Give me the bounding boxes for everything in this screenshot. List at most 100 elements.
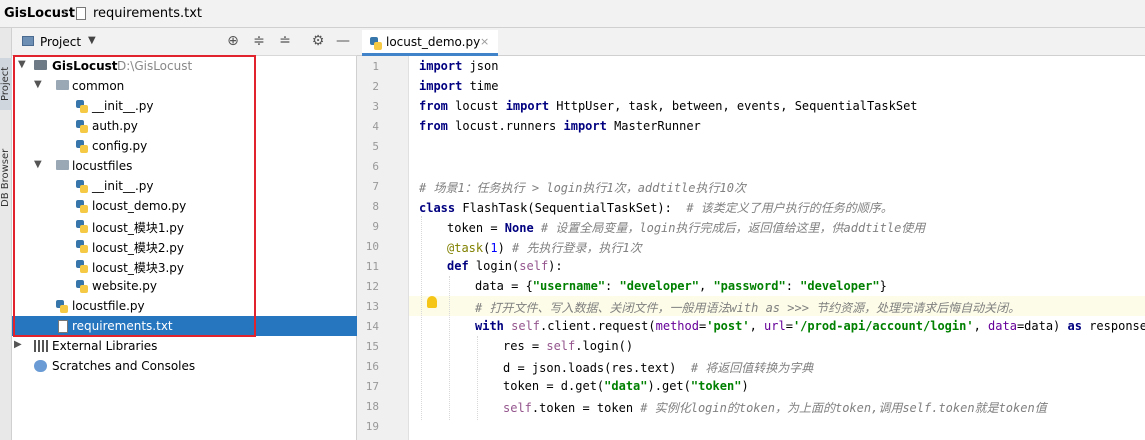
code-text: = <box>785 319 793 333</box>
code-comment: # 设置全局变量，login执行完成后，返回值给这里，供addtitle使用 <box>533 221 926 235</box>
tree-item-file[interactable]: locustfile.py <box>12 296 357 316</box>
line-number: 6 <box>372 160 379 173</box>
tool-tab-project[interactable]: Project <box>0 58 12 110</box>
collapse-all-icon[interactable]: ≐ <box>277 33 293 49</box>
chevron-down-icon[interactable]: ▼ <box>18 59 26 70</box>
code-line: @task(1) # 先执行登录，执行1次 <box>447 239 642 256</box>
line-number: 10 <box>365 240 379 253</box>
code-text: d = json.loads(res.text) <box>503 361 691 375</box>
code-line: class FlashTask(SequentialTaskSet): # 该类… <box>419 199 893 216</box>
code-text: HttpUser, task, between, events, Sequent… <box>549 99 918 113</box>
tree-item-file[interactable]: auth.py <box>12 116 357 136</box>
chevron-down-icon[interactable]: ▼ <box>34 79 42 90</box>
hide-panel-icon[interactable]: — <box>335 33 351 49</box>
tree-item-label: config.py <box>92 139 148 153</box>
code-text: } <box>879 279 887 293</box>
code-line: d = json.loads(res.text) # 将返回值转换为字典 <box>503 359 813 376</box>
line-number: 18 <box>365 400 379 413</box>
string: "data" <box>604 379 648 393</box>
chevron-down-icon[interactable]: ▼ <box>88 35 96 46</box>
python-file-icon <box>76 280 88 293</box>
string: "developer" <box>800 279 880 293</box>
code-text: ) <box>741 379 749 393</box>
code-text: locust.runners <box>447 119 564 133</box>
tree-item-common[interactable]: ▼ common <box>12 76 357 96</box>
tree-item-label: auth.py <box>92 119 138 133</box>
breadcrumb-separator-icon: › <box>62 5 68 20</box>
code-text: MasterRunner <box>606 119 701 133</box>
code-comment: # 该类定义了用户执行的任务的顺序。 <box>686 201 893 215</box>
python-file-icon <box>76 140 88 153</box>
tree-item-file[interactable]: locust_模块2.py <box>12 236 357 256</box>
python-file-icon <box>76 240 88 253</box>
line-number: 4 <box>372 120 379 133</box>
code-comment: # 实例化login的token，为上面的token,调用self.token就… <box>640 401 1047 415</box>
keyword: from <box>419 99 448 113</box>
code-line: from locust.runners import MasterRunner <box>419 119 701 133</box>
tree-item-file[interactable]: config.py <box>12 136 357 156</box>
locate-file-icon[interactable]: ⊕ <box>225 33 241 49</box>
code-text: , <box>973 319 989 333</box>
breadcrumb-file[interactable]: requirements.txt <box>93 6 202 21</box>
python-file-icon <box>76 180 88 193</box>
tab-label[interactable]: locust_demo.py <box>386 35 480 49</box>
code-text: .login() <box>575 339 634 353</box>
code-comment: # 将返回值转换为字典 <box>690 361 814 375</box>
keyword: None <box>504 221 534 235</box>
code-text: .token = token <box>531 401 641 415</box>
tree-item-file[interactable]: __init__.py <box>12 176 357 196</box>
tree-item-file[interactable]: locust_模块3.py <box>12 256 357 276</box>
tree-item-file-selected[interactable]: requirements.txt <box>12 316 357 336</box>
tree-item-label: Scratches and Consoles <box>52 359 196 373</box>
tree-item-locustfiles[interactable]: ▼ locustfiles <box>12 156 357 176</box>
project-view-selector[interactable]: Project <box>40 35 81 49</box>
keyword: with <box>475 319 504 333</box>
code-text: response: <box>1089 319 1145 333</box>
tree-item-scratches[interactable]: Scratches and Consoles <box>12 356 357 376</box>
lightbulb-icon[interactable] <box>427 296 437 308</box>
python-file-icon <box>76 120 88 133</box>
expand-all-icon[interactable]: ≑ <box>251 33 267 49</box>
keyword: import <box>505 99 550 113</box>
number: 1 <box>490 241 498 255</box>
indent-guide <box>421 216 422 420</box>
code-text: data = { <box>475 279 533 293</box>
chevron-down-icon[interactable]: ▼ <box>34 159 42 170</box>
keyword-argument: method <box>655 319 699 333</box>
line-number: 14 <box>365 320 379 333</box>
code-line: token = d.get("data").get("token") <box>503 379 749 393</box>
tree-item-file[interactable]: __init__.py <box>12 96 357 116</box>
string: "token" <box>690 379 742 393</box>
code-text: : <box>785 279 801 293</box>
tree-item-external-libraries[interactable]: ▶ External Libraries <box>12 336 357 356</box>
tree-item-label: common <box>72 79 125 93</box>
code-comment: # 打开文件、写入数据、关闭文件，一般用语法with as >>> 节约资源，处… <box>475 301 1021 315</box>
self-keyword: self <box>546 339 576 353</box>
code-line: data = {"username": "developer", "passwo… <box>475 279 887 293</box>
line-number: 12 <box>365 280 379 293</box>
gear-icon[interactable]: ⚙ <box>310 33 326 49</box>
line-number: 17 <box>365 380 379 393</box>
indent-guide <box>477 336 478 420</box>
code-text: login( <box>468 259 520 273</box>
tree-item-file[interactable]: website.py <box>12 276 357 296</box>
code-text: ) <box>497 241 505 255</box>
tool-tab-db-browser[interactable]: DB Browser <box>0 138 12 218</box>
tree-item-file[interactable]: locust_demo.py <box>12 196 357 216</box>
tree-item-label: GisLocust <box>52 59 118 73</box>
tree-item-label: locust_模块1.py <box>92 221 185 235</box>
close-icon[interactable]: × <box>480 35 489 48</box>
python-file-icon <box>76 260 88 273</box>
code-line: # 场景1：任务执行 > login执行1次，addtitle执行10次 <box>419 179 746 196</box>
tree-item-label: __init__.py <box>92 179 154 193</box>
chevron-right-icon[interactable]: ▶ <box>14 339 22 350</box>
string: "username" <box>532 279 606 293</box>
tree-item-file[interactable]: locust_模块1.py <box>12 216 357 236</box>
tree-item-path: D:\GisLocust <box>117 59 193 73</box>
code-text: : <box>605 279 620 293</box>
code-text: token = <box>447 221 505 235</box>
code-line: with self.client.request(method='post', … <box>475 319 1145 333</box>
tree-item-root[interactable]: ▼ GisLocust D:\GisLocust <box>12 56 357 76</box>
line-number: 7 <box>372 180 379 193</box>
keyword: import <box>419 59 463 73</box>
